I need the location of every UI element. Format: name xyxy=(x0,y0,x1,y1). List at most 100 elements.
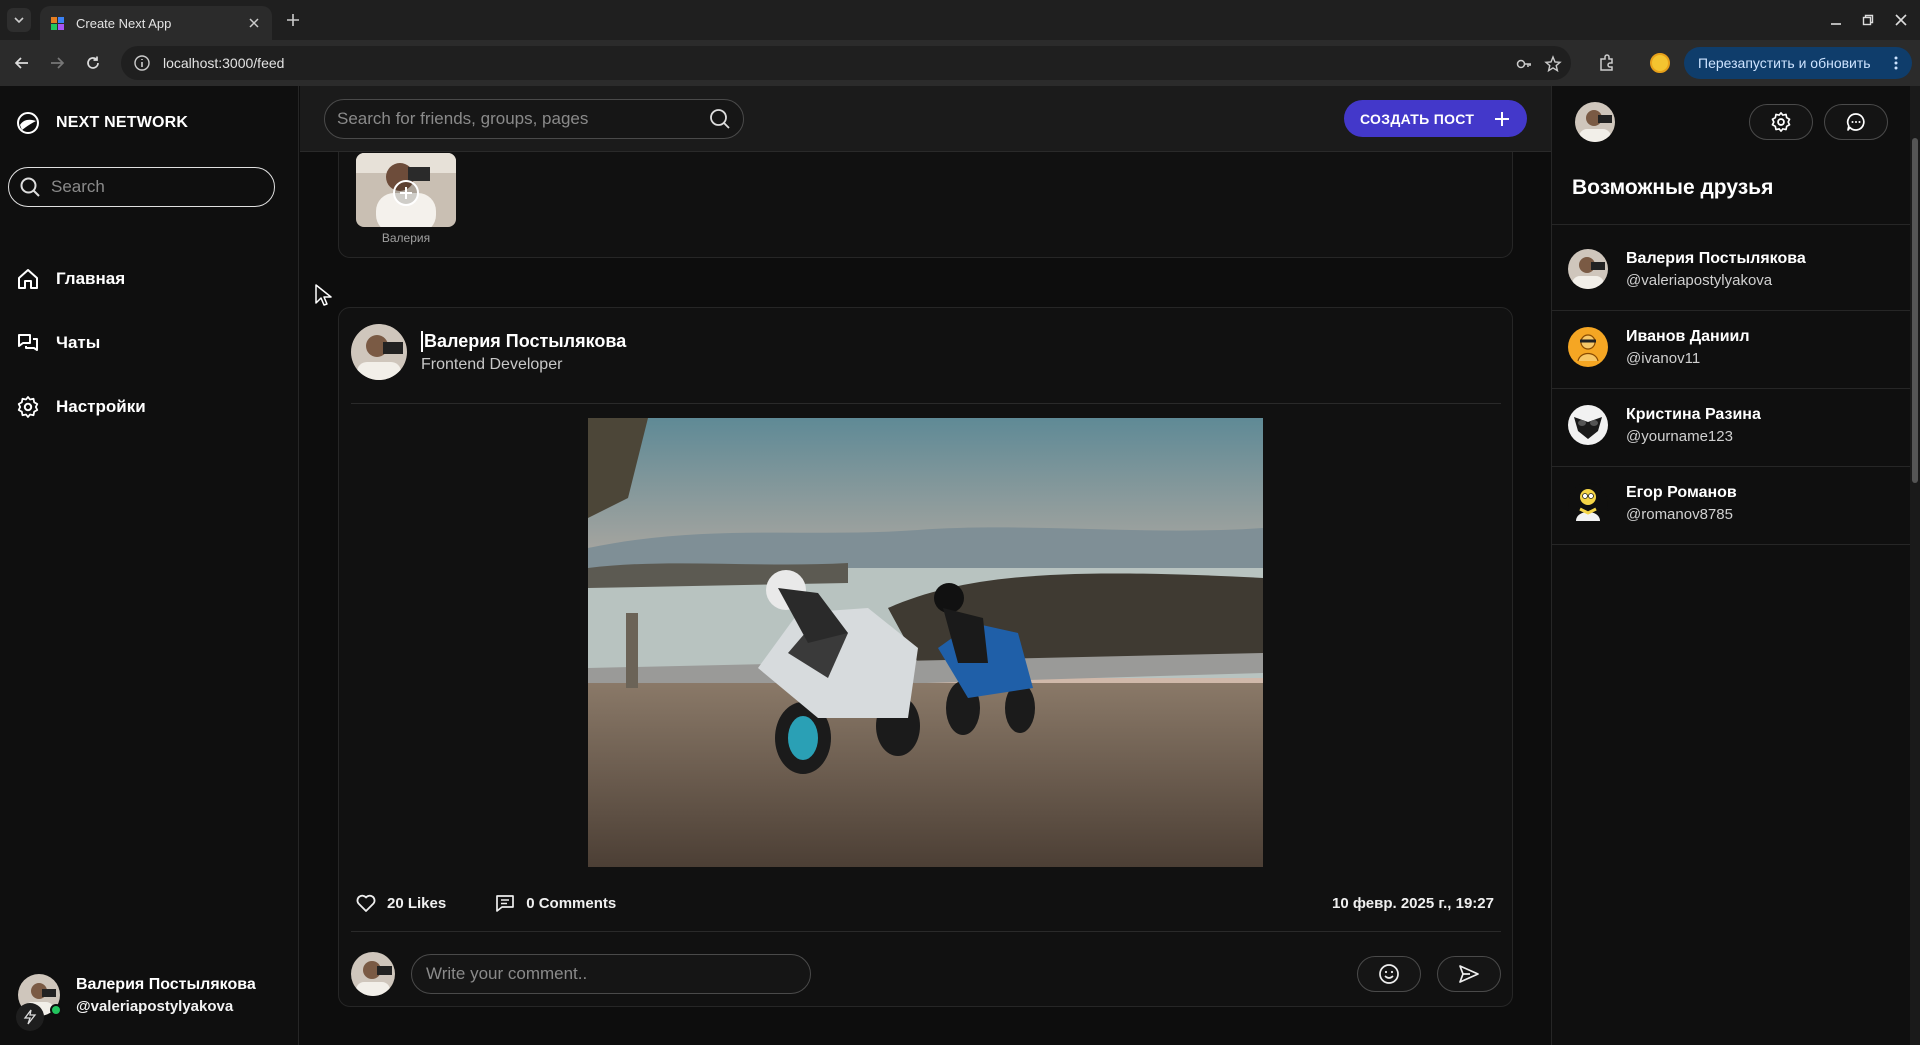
friend-name: Кристина Разина xyxy=(1626,405,1761,423)
divider xyxy=(1552,310,1911,311)
main-search[interactable] xyxy=(324,99,744,139)
avatar xyxy=(1568,249,1608,289)
browser-tab[interactable]: Create Next App xyxy=(40,6,272,40)
post-author-name[interactable]: Валерия Постылякова xyxy=(421,330,626,352)
url-text: localhost:3000/feed xyxy=(163,55,285,71)
brand[interactable]: NEXT NETWORK xyxy=(16,111,188,135)
comments-count: 0 Comments xyxy=(526,894,617,912)
address-toolbar: localhost:3000/feed Перезапустить и обно… xyxy=(0,40,1920,86)
browser-tabbar: Create Next App xyxy=(0,0,1920,40)
divider xyxy=(1552,544,1911,545)
online-status-dot xyxy=(50,1004,62,1016)
send-icon xyxy=(1459,965,1479,983)
mouse-cursor-icon xyxy=(315,284,332,306)
gear-icon xyxy=(17,396,39,418)
forward-icon[interactable] xyxy=(46,52,68,74)
post-author-role: Frontend Developer xyxy=(421,355,563,373)
extensions-icon[interactable] xyxy=(1597,53,1617,73)
minimize-icon[interactable] xyxy=(1826,10,1846,30)
friend-handle: @valeriapostylyakova xyxy=(1626,271,1773,289)
divider xyxy=(1552,466,1911,467)
friend-item[interactable]: Егор Романов @romanov8785 xyxy=(1568,483,1737,523)
sidebar-search[interactable] xyxy=(8,167,275,207)
motorcycles-photo-image xyxy=(588,418,1263,867)
like-button[interactable]: 20 Likes xyxy=(355,892,446,914)
sidebar-item-label: Настройки xyxy=(56,397,146,416)
sidebar-item-label: Чаты xyxy=(56,333,101,352)
settings-button[interactable] xyxy=(1749,104,1813,140)
friend-name: Иванов Даниил xyxy=(1626,327,1750,345)
sidebar-item-chats[interactable]: Чаты xyxy=(16,328,100,358)
post-header: Валерия Постылякова Frontend Developer xyxy=(351,324,626,380)
comments-button[interactable]: 0 Comments xyxy=(494,892,616,914)
left-sidebar: NEXT NETWORK Главная Чаты Настройки Вале… xyxy=(0,86,299,1045)
feed: Валерия Валерия Постылякова Frontend Dev… xyxy=(300,152,1551,1045)
friend-name: Валерия Постылякова xyxy=(1626,249,1806,267)
divider xyxy=(1552,388,1911,389)
more-vert-icon[interactable] xyxy=(1888,55,1904,71)
chats-icon xyxy=(18,334,38,351)
emoji-button[interactable] xyxy=(1357,956,1421,992)
create-post-button[interactable]: СОЗДАТЬ ПОСТ xyxy=(1344,100,1527,137)
avatar[interactable] xyxy=(1575,102,1615,142)
add-story-icon[interactable] xyxy=(392,179,420,207)
browser-profile-avatar[interactable] xyxy=(1650,53,1670,73)
tab-close-icon[interactable] xyxy=(246,15,262,31)
friend-handle: @romanov8785 xyxy=(1626,505,1733,523)
bookmark-star-icon[interactable] xyxy=(1544,55,1562,73)
password-key-icon[interactable] xyxy=(1515,55,1533,73)
sidebar-item-settings[interactable]: Настройки xyxy=(16,392,146,422)
current-user-handle: @valeriapostylyakova xyxy=(76,997,234,1015)
right-sidebar: Возможные друзья Валерия Постылякова @va… xyxy=(1551,86,1911,1045)
scrollbar-thumb[interactable] xyxy=(1912,138,1918,483)
network-logo-icon xyxy=(17,112,39,134)
close-window-icon[interactable] xyxy=(1891,10,1911,30)
post-actions: 20 Likes 0 Comments 10 февр. 2025 г., 19… xyxy=(355,888,1498,918)
send-comment-button[interactable] xyxy=(1437,956,1501,992)
tab-search-button[interactable] xyxy=(7,8,31,32)
messages-button[interactable] xyxy=(1824,104,1888,140)
likes-count: 20 Likes xyxy=(387,894,447,912)
restore-icon[interactable] xyxy=(1858,10,1878,30)
create-post-label: СОЗДАТЬ ПОСТ xyxy=(1360,110,1475,127)
comment-input[interactable] xyxy=(411,954,811,994)
friend-item[interactable]: Валерия Постылякова @valeriapostylyakova xyxy=(1568,249,1806,289)
main-search-input[interactable] xyxy=(337,109,709,129)
search-icon xyxy=(20,177,40,197)
divider xyxy=(351,403,1501,404)
smile-icon xyxy=(1379,964,1399,984)
divider xyxy=(1552,224,1911,225)
avatar[interactable] xyxy=(351,324,407,380)
chevron-down-icon xyxy=(14,17,24,24)
avatar xyxy=(351,952,395,996)
address-bar[interactable]: localhost:3000/feed xyxy=(121,46,1571,80)
sidebar-item-home[interactable]: Главная xyxy=(16,264,125,294)
reload-icon[interactable] xyxy=(82,52,104,74)
post-card: Валерия Постылякова Frontend Developer 2… xyxy=(338,307,1513,1007)
sidebar-search-input[interactable] xyxy=(51,177,251,197)
relaunch-label: Перезапустить и обновить xyxy=(1698,55,1871,71)
stories-card: Валерия xyxy=(338,152,1513,258)
comment-icon xyxy=(496,895,515,912)
favicon-icon xyxy=(51,17,64,30)
current-user-card[interactable]: Валерия Постылякова @valeriapostylyakova xyxy=(18,974,256,1016)
main-header: СОЗДАТЬ ПОСТ xyxy=(300,86,1551,152)
friend-name: Егор Романов xyxy=(1626,483,1737,501)
gear-icon xyxy=(1771,112,1791,132)
devtools-bolt-icon[interactable] xyxy=(16,1003,44,1031)
relaunch-update-button[interactable]: Перезапустить и обновить xyxy=(1684,47,1912,79)
brand-name: NEXT NETWORK xyxy=(56,114,189,131)
story-item[interactable]: Валерия xyxy=(356,153,456,245)
site-info-icon[interactable] xyxy=(133,54,151,72)
search-icon[interactable] xyxy=(709,108,731,130)
suggested-friends-title: Возможные друзья xyxy=(1572,176,1774,199)
story-name: Валерия xyxy=(381,231,431,245)
friend-item[interactable]: Кристина Разина @yourname123 xyxy=(1568,405,1761,445)
home-icon xyxy=(18,269,38,289)
new-tab-icon[interactable] xyxy=(283,10,303,30)
heart-icon xyxy=(356,894,376,912)
friend-item[interactable]: Иванов Даниил @ivanov11 xyxy=(1568,327,1750,367)
back-icon[interactable] xyxy=(11,52,33,74)
page-scrollbar[interactable] xyxy=(1910,86,1920,1045)
post-image[interactable] xyxy=(588,418,1263,867)
